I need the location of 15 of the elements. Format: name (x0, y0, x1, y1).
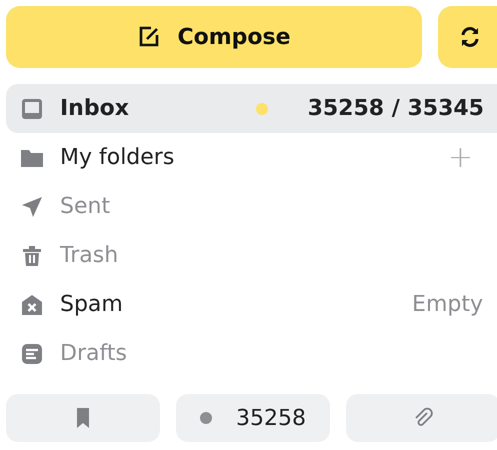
trash-icon (20, 244, 44, 268)
folder-item[interactable]: Spam Empty (6, 280, 497, 329)
message-count: 35258 / 35345 (308, 95, 484, 123)
drafts-icon (20, 342, 44, 366)
paper-plane-icon (20, 194, 44, 218)
compose-button[interactable]: Compose (6, 6, 422, 68)
edit-icon (137, 25, 162, 49)
folder-item[interactable]: My folders + (6, 133, 497, 182)
spam-icon (20, 292, 44, 316)
refresh-button[interactable] (438, 6, 497, 68)
folder-item[interactable]: Inbox 35258 / 35345 (6, 84, 497, 133)
dot-icon (200, 412, 212, 424)
unread-filter-button[interactable]: 35258 (176, 394, 330, 442)
bookmark-filter-button[interactable] (6, 394, 160, 442)
inbox-icon (20, 96, 44, 120)
